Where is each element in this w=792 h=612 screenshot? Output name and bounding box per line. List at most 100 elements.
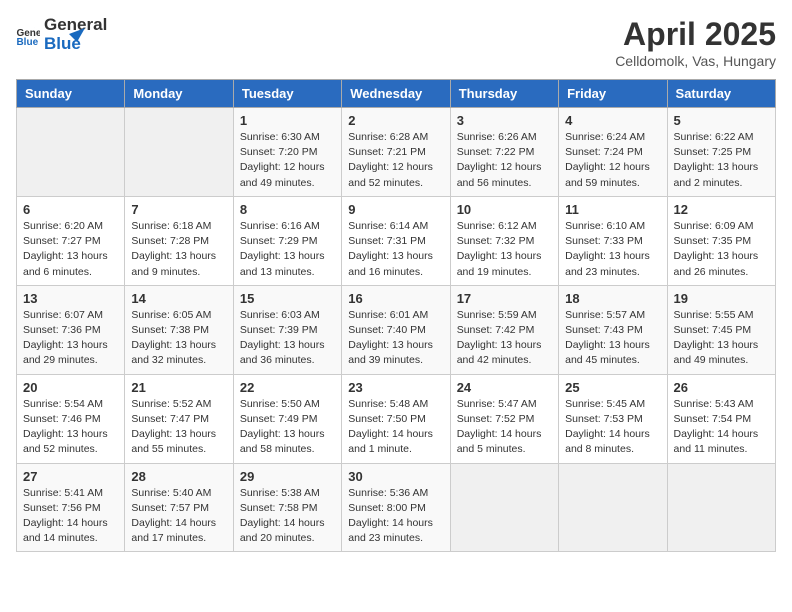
- header-day-monday: Monday: [125, 80, 233, 108]
- day-cell: 26 Sunrise: 5:43 AM Sunset: 7:54 PM Dayli…: [667, 374, 775, 463]
- day-cell: 19 Sunrise: 5:55 AM Sunset: 7:45 PM Dayli…: [667, 285, 775, 374]
- day-info: Sunrise: 5:55 AM Sunset: 7:45 PM Dayligh…: [674, 308, 769, 369]
- day-cell: 8 Sunrise: 6:16 AM Sunset: 7:29 PM Daylig…: [233, 196, 341, 285]
- day-cell: [667, 463, 775, 552]
- day-info: Sunrise: 5:47 AM Sunset: 7:52 PM Dayligh…: [457, 397, 552, 458]
- day-number: 7: [131, 202, 226, 217]
- day-info: Sunrise: 6:07 AM Sunset: 7:36 PM Dayligh…: [23, 308, 118, 369]
- day-number: 30: [348, 469, 443, 484]
- day-cell: 11 Sunrise: 6:10 AM Sunset: 7:33 PM Dayli…: [559, 196, 667, 285]
- day-number: 6: [23, 202, 118, 217]
- day-number: 23: [348, 380, 443, 395]
- day-info: Sunrise: 6:09 AM Sunset: 7:35 PM Dayligh…: [674, 219, 769, 280]
- day-cell: 27 Sunrise: 5:41 AM Sunset: 7:56 PM Dayli…: [17, 463, 125, 552]
- day-number: 11: [565, 202, 660, 217]
- day-cell: [17, 108, 125, 197]
- day-number: 14: [131, 291, 226, 306]
- day-info: Sunrise: 6:26 AM Sunset: 7:22 PM Dayligh…: [457, 130, 552, 191]
- day-info: Sunrise: 5:59 AM Sunset: 7:42 PM Dayligh…: [457, 308, 552, 369]
- day-info: Sunrise: 5:38 AM Sunset: 7:58 PM Dayligh…: [240, 486, 335, 547]
- day-cell: 30Sunrise: 5:36 AM Sunset: 8:00 PM Dayli…: [342, 463, 450, 552]
- day-cell: 7 Sunrise: 6:18 AM Sunset: 7:28 PM Daylig…: [125, 196, 233, 285]
- day-info: Sunrise: 6:16 AM Sunset: 7:29 PM Dayligh…: [240, 219, 335, 280]
- day-cell: 25Sunrise: 5:45 AM Sunset: 7:53 PM Dayli…: [559, 374, 667, 463]
- week-row-4: 20Sunrise: 5:54 AM Sunset: 7:46 PM Dayli…: [17, 374, 776, 463]
- day-number: 3: [457, 113, 552, 128]
- day-cell: 5 Sunrise: 6:22 AM Sunset: 7:25 PM Daylig…: [667, 108, 775, 197]
- day-info: Sunrise: 5:50 AM Sunset: 7:49 PM Dayligh…: [240, 397, 335, 458]
- day-info: Sunrise: 5:54 AM Sunset: 7:46 PM Dayligh…: [23, 397, 118, 458]
- day-cell: 6 Sunrise: 6:20 AM Sunset: 7:27 PM Daylig…: [17, 196, 125, 285]
- calendar-table: SundayMondayTuesdayWednesdayThursdayFrid…: [16, 79, 776, 552]
- day-cell: 3 Sunrise: 6:26 AM Sunset: 7:22 PM Daylig…: [450, 108, 558, 197]
- day-number: 16: [348, 291, 443, 306]
- day-number: 2: [348, 113, 443, 128]
- day-info: Sunrise: 5:57 AM Sunset: 7:43 PM Dayligh…: [565, 308, 660, 369]
- day-number: 29: [240, 469, 335, 484]
- day-cell: 16 Sunrise: 6:01 AM Sunset: 7:40 PM Dayli…: [342, 285, 450, 374]
- day-cell: 17 Sunrise: 5:59 AM Sunset: 7:42 PM Dayli…: [450, 285, 558, 374]
- day-info: Sunrise: 6:03 AM Sunset: 7:39 PM Dayligh…: [240, 308, 335, 369]
- day-number: 24: [457, 380, 552, 395]
- day-cell: 14 Sunrise: 6:05 AM Sunset: 7:38 PM Dayli…: [125, 285, 233, 374]
- day-number: 9: [348, 202, 443, 217]
- day-number: 19: [674, 291, 769, 306]
- day-number: 17: [457, 291, 552, 306]
- day-number: 21: [131, 380, 226, 395]
- day-info: Sunrise: 5:48 AM Sunset: 7:50 PM Dayligh…: [348, 397, 443, 458]
- page-header: General Blue General Blue April 2025 Cel…: [16, 16, 776, 69]
- day-cell: 20Sunrise: 5:54 AM Sunset: 7:46 PM Dayli…: [17, 374, 125, 463]
- day-cell: 10 Sunrise: 6:12 AM Sunset: 7:32 PM Dayli…: [450, 196, 558, 285]
- day-number: 10: [457, 202, 552, 217]
- header-day-wednesday: Wednesday: [342, 80, 450, 108]
- subtitle: Celldomolk, Vas, Hungary: [615, 53, 776, 69]
- day-number: 4: [565, 113, 660, 128]
- day-number: 15: [240, 291, 335, 306]
- day-number: 13: [23, 291, 118, 306]
- day-info: Sunrise: 5:41 AM Sunset: 7:56 PM Dayligh…: [23, 486, 118, 547]
- week-row-1: 1Sunrise: 6:30 AM Sunset: 7:20 PM Daylig…: [17, 108, 776, 197]
- header-day-thursday: Thursday: [450, 80, 558, 108]
- day-cell: 22 Sunrise: 5:50 AM Sunset: 7:49 PM Dayli…: [233, 374, 341, 463]
- header-day-friday: Friday: [559, 80, 667, 108]
- day-info: Sunrise: 6:01 AM Sunset: 7:40 PM Dayligh…: [348, 308, 443, 369]
- day-info: Sunrise: 6:14 AM Sunset: 7:31 PM Dayligh…: [348, 219, 443, 280]
- day-cell: [450, 463, 558, 552]
- day-cell: 28 Sunrise: 5:40 AM Sunset: 7:57 PM Dayli…: [125, 463, 233, 552]
- main-title: April 2025: [615, 16, 776, 53]
- day-number: 26: [674, 380, 769, 395]
- day-info: Sunrise: 5:45 AM Sunset: 7:53 PM Dayligh…: [565, 397, 660, 458]
- day-info: Sunrise: 5:43 AM Sunset: 7:54 PM Dayligh…: [674, 397, 769, 458]
- day-cell: 2 Sunrise: 6:28 AM Sunset: 7:21 PM Daylig…: [342, 108, 450, 197]
- day-info: Sunrise: 6:10 AM Sunset: 7:33 PM Dayligh…: [565, 219, 660, 280]
- day-number: 27: [23, 469, 118, 484]
- day-info: Sunrise: 6:20 AM Sunset: 7:27 PM Dayligh…: [23, 219, 118, 280]
- day-info: Sunrise: 5:40 AM Sunset: 7:57 PM Dayligh…: [131, 486, 226, 547]
- day-info: Sunrise: 6:28 AM Sunset: 7:21 PM Dayligh…: [348, 130, 443, 191]
- day-cell: 12 Sunrise: 6:09 AM Sunset: 7:35 PM Dayli…: [667, 196, 775, 285]
- day-cell: 24 Sunrise: 5:47 AM Sunset: 7:52 PM Dayli…: [450, 374, 558, 463]
- day-number: 8: [240, 202, 335, 217]
- day-number: 22: [240, 380, 335, 395]
- day-cell: 29 Sunrise: 5:38 AM Sunset: 7:58 PM Dayli…: [233, 463, 341, 552]
- day-number: 12: [674, 202, 769, 217]
- header-day-saturday: Saturday: [667, 80, 775, 108]
- day-info: Sunrise: 6:18 AM Sunset: 7:28 PM Dayligh…: [131, 219, 226, 280]
- day-cell: [125, 108, 233, 197]
- day-cell: 9 Sunrise: 6:14 AM Sunset: 7:31 PM Daylig…: [342, 196, 450, 285]
- day-cell: 4Sunrise: 6:24 AM Sunset: 7:24 PM Daylig…: [559, 108, 667, 197]
- svg-text:Blue: Blue: [16, 37, 38, 45]
- day-info: Sunrise: 6:22 AM Sunset: 7:25 PM Dayligh…: [674, 130, 769, 191]
- day-number: 5: [674, 113, 769, 128]
- day-cell: 21Sunrise: 5:52 AM Sunset: 7:47 PM Dayli…: [125, 374, 233, 463]
- day-info: Sunrise: 6:12 AM Sunset: 7:32 PM Dayligh…: [457, 219, 552, 280]
- generalblue-logo-icon: General Blue: [16, 25, 40, 45]
- day-number: 28: [131, 469, 226, 484]
- header-day-sunday: Sunday: [17, 80, 125, 108]
- logo-airplane-icon: [63, 20, 85, 42]
- day-cell: 23 Sunrise: 5:48 AM Sunset: 7:50 PM Dayli…: [342, 374, 450, 463]
- day-cell: [559, 463, 667, 552]
- week-row-3: 13 Sunrise: 6:07 AM Sunset: 7:36 PM Dayli…: [17, 285, 776, 374]
- week-row-2: 6 Sunrise: 6:20 AM Sunset: 7:27 PM Daylig…: [17, 196, 776, 285]
- day-info: Sunrise: 6:05 AM Sunset: 7:38 PM Dayligh…: [131, 308, 226, 369]
